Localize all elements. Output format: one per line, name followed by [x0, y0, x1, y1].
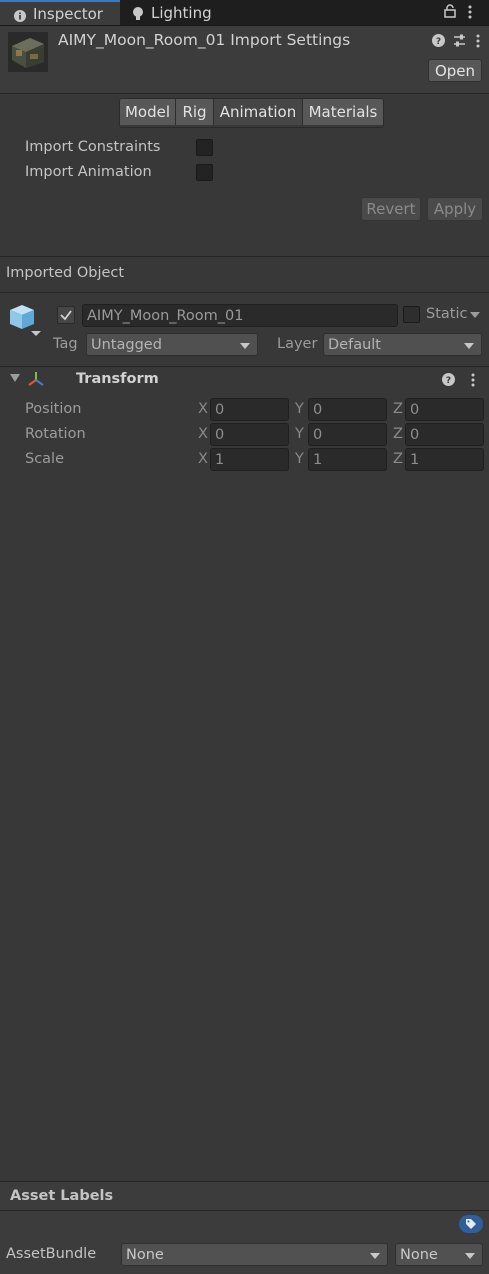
chevron-down-icon	[240, 342, 250, 349]
axis-y-label: Y	[295, 401, 304, 417]
foldout-arrow-icon[interactable]	[10, 374, 20, 382]
layer-dropdown[interactable]: Default	[323, 333, 482, 356]
axis-z-label: Z	[393, 451, 403, 467]
chevron-down-icon	[464, 342, 474, 349]
divider	[0, 292, 489, 293]
axis-y-label: Y	[295, 426, 304, 442]
tab-inspector-label: Inspector	[33, 4, 103, 23]
active-checkbox[interactable]	[57, 306, 75, 324]
open-button[interactable]: Open	[428, 59, 482, 82]
model-thumbnail	[8, 32, 48, 72]
tab-inspector[interactable]: Inspector	[0, 0, 120, 25]
svg-text:?: ?	[436, 37, 441, 47]
rotation-label: Rotation	[25, 426, 86, 442]
transform-icon	[27, 371, 45, 391]
position-label: Position	[25, 401, 82, 417]
chevron-down-icon	[370, 1252, 380, 1259]
scale-z-field[interactable]: 1	[405, 448, 484, 471]
tab-rig[interactable]: Rig	[176, 99, 214, 125]
tab-menu-icon[interactable]	[467, 4, 473, 24]
assetbundle-label: AssetBundle	[6, 1246, 97, 1262]
chevron-down-icon	[465, 1252, 475, 1259]
page-title: AIMY_Moon_Room_01 Import Settings	[58, 31, 351, 49]
position-z-field[interactable]: 0	[405, 398, 484, 421]
axis-z-label: Z	[393, 426, 403, 442]
import-constraints-label: Import Constraints	[25, 139, 161, 155]
transform-title: Transform	[76, 371, 159, 387]
info-icon	[14, 8, 26, 22]
imported-object-title: Imported Object	[6, 265, 125, 281]
layer-value: Default	[328, 336, 381, 353]
assetbundle-value: None	[126, 1246, 164, 1263]
divider	[0, 366, 489, 367]
axis-x-label: X	[198, 451, 208, 467]
rotation-z-field[interactable]: 0	[405, 423, 484, 446]
object-name-field[interactable]: AIMY_Moon_Room_01	[82, 304, 398, 327]
tab-model[interactable]: Model	[120, 99, 176, 125]
position-y-field[interactable]: 0	[308, 398, 387, 421]
assetbundle-variant-value: None	[400, 1246, 438, 1263]
lightbulb-icon	[132, 6, 144, 20]
import-animation-label: Import Animation	[25, 164, 152, 180]
divider	[0, 256, 489, 257]
import-tabs: Model Rig Animation Materials	[119, 98, 384, 128]
divider	[0, 1210, 489, 1211]
apply-button[interactable]: Apply	[427, 197, 483, 221]
axis-x-label: X	[198, 426, 208, 442]
axis-x-label: X	[198, 401, 208, 417]
static-checkbox[interactable]	[403, 306, 420, 323]
assetbundle-variant-dropdown[interactable]: None	[395, 1243, 483, 1266]
static-dropdown-icon[interactable]	[470, 312, 480, 318]
position-x-field[interactable]: 0	[210, 398, 289, 421]
scale-y-field[interactable]: 1	[308, 448, 387, 471]
check-icon	[60, 310, 72, 321]
rotation-x-field[interactable]: 0	[210, 423, 289, 446]
transform-help-icon[interactable]: ?	[442, 373, 455, 390]
assetbundle-dropdown[interactable]: None	[121, 1243, 388, 1266]
static-label[interactable]: Static	[426, 306, 467, 322]
tab-lighting-label: Lighting	[151, 3, 212, 22]
lock-icon[interactable]	[444, 4, 456, 22]
import-animation-checkbox[interactable]	[196, 164, 213, 181]
axis-y-label: Y	[295, 451, 304, 467]
help-icon[interactable]: ?	[432, 34, 445, 51]
revert-button[interactable]: Revert	[361, 197, 421, 221]
tab-animation[interactable]: Animation	[214, 99, 303, 125]
svg-text:?: ?	[446, 376, 451, 386]
tag-label: Tag	[53, 336, 78, 352]
rotation-y-field[interactable]: 0	[308, 423, 387, 446]
label-tag-icon[interactable]	[459, 1215, 483, 1233]
transform-menu-icon[interactable]	[470, 372, 476, 392]
scale-x-field[interactable]: 1	[210, 448, 289, 471]
scale-label: Scale	[25, 451, 65, 467]
tab-lighting[interactable]: Lighting	[132, 0, 242, 25]
tag-dropdown[interactable]: Untagged	[86, 333, 258, 356]
tab-materials[interactable]: Materials	[303, 99, 383, 125]
import-constraints-checkbox[interactable]	[196, 139, 213, 156]
tag-value: Untagged	[91, 336, 162, 353]
presets-icon[interactable]	[452, 33, 467, 52]
layer-label: Layer	[277, 336, 318, 352]
asset-labels-title: Asset Labels	[10, 1188, 114, 1204]
header-menu-icon[interactable]	[475, 33, 481, 53]
gameobject-icon[interactable]	[8, 303, 44, 343]
axis-z-label: Z	[393, 401, 403, 417]
